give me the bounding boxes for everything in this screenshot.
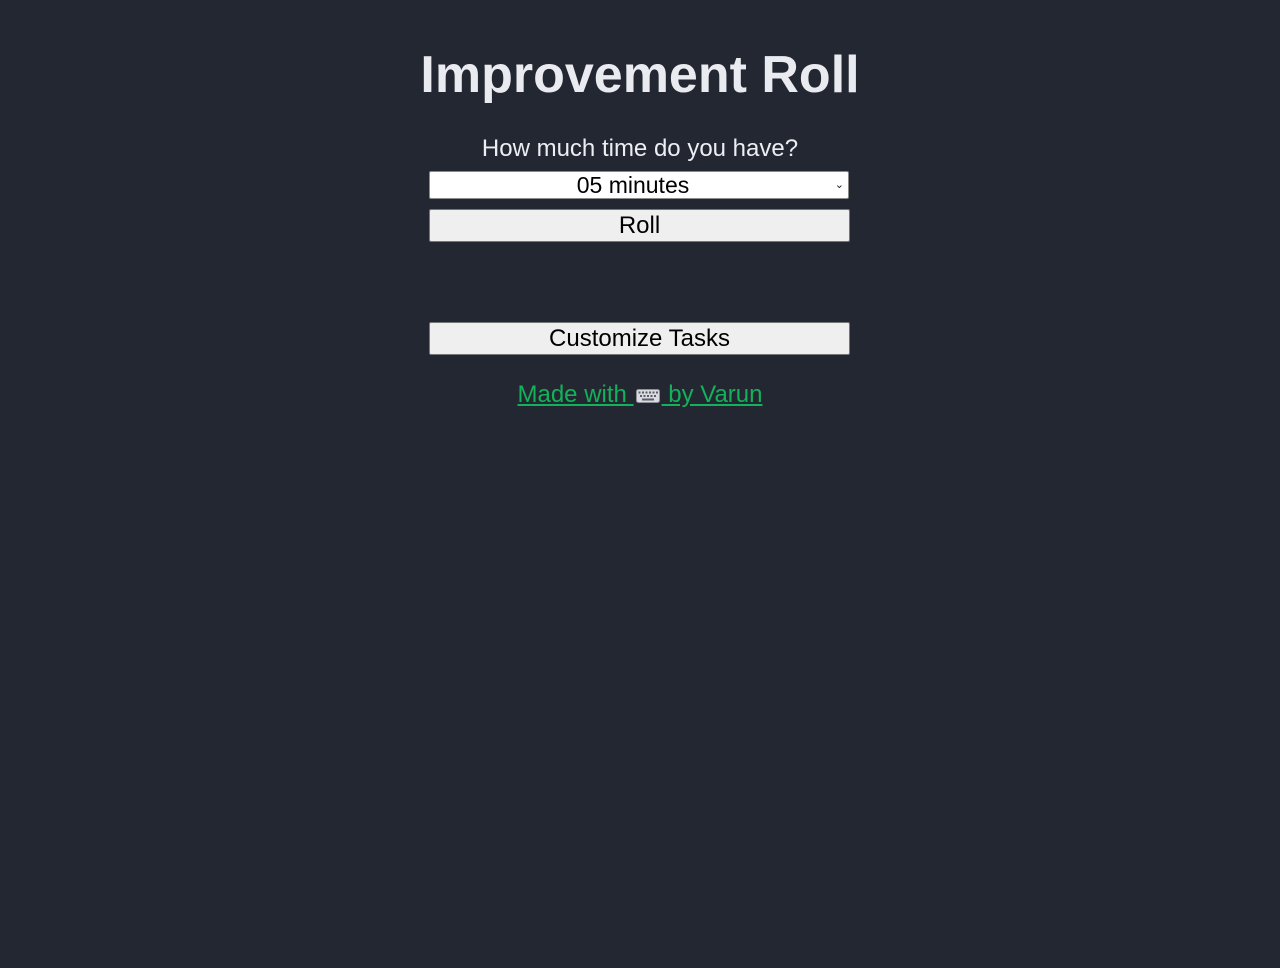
customize-tasks-button[interactable]: Customize Tasks [429, 322, 850, 355]
footer-suffix: by Varun [661, 381, 763, 408]
time-select-value: 05 minutes [576, 172, 690, 198]
chevron-down-icon: ⌄ [834, 179, 844, 191]
keyboard-icon [635, 389, 660, 403]
time-prompt: How much time do you have? [481, 135, 799, 162]
time-select[interactable]: 05 minutes ⌄ [429, 171, 849, 199]
roll-button[interactable]: Roll [429, 209, 850, 242]
page-title: Improvement Roll [420, 46, 860, 104]
author-link[interactable]: Made with by Varun [517, 381, 762, 408]
page: Improvement Roll How much time do you ha… [0, 0, 1280, 968]
footer: Made with by Varun [0, 380, 1280, 410]
footer-prefix: Made with [517, 381, 634, 408]
